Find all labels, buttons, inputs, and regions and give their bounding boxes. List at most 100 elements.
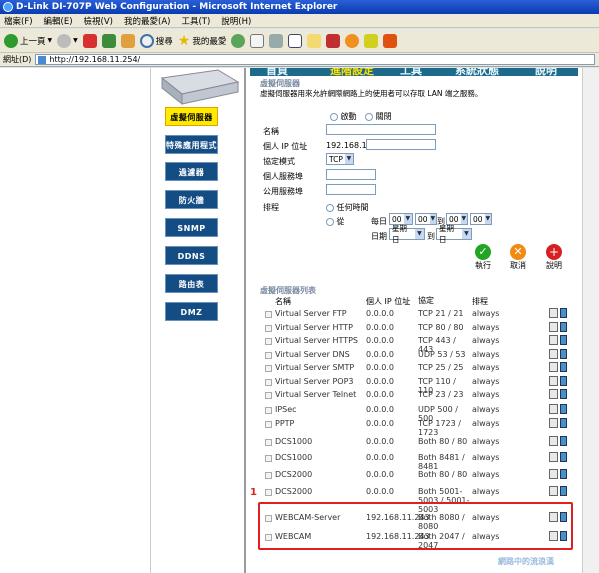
edit-icon[interactable] — [549, 418, 558, 428]
trash-icon[interactable] — [560, 376, 567, 386]
tab-home[interactable]: 首頁 — [266, 68, 288, 76]
edit-icon[interactable] — [549, 308, 558, 318]
download-icon[interactable] — [383, 33, 398, 48]
menu-view[interactable]: 檢視(V) — [84, 15, 113, 27]
end-minute-select[interactable]: 00 ▼ — [470, 213, 492, 225]
trash-icon[interactable] — [560, 335, 567, 345]
trash-icon[interactable] — [560, 404, 567, 414]
nav-filter[interactable]: 過濾器 — [165, 162, 218, 181]
private-port-input[interactable] — [326, 169, 376, 180]
back-button[interactable]: 上一頁 ▼ — [4, 31, 52, 51]
edit-icon[interactable] — [549, 335, 558, 345]
print-icon[interactable] — [269, 33, 284, 48]
stop-icon[interactable] — [82, 33, 97, 48]
tab-tools[interactable]: 工具 — [400, 68, 422, 76]
row-checkbox[interactable] — [265, 407, 272, 414]
public-port-input[interactable] — [326, 184, 376, 195]
always-radio[interactable] — [326, 203, 334, 212]
row-checkbox[interactable] — [265, 489, 272, 496]
edit-icon[interactable] — [549, 404, 558, 414]
menu-favorites[interactable]: 我的最愛(A) — [124, 15, 170, 27]
refresh-icon[interactable] — [101, 33, 116, 48]
trash-icon[interactable] — [560, 308, 567, 318]
row-checkbox[interactable] — [265, 325, 272, 332]
start-day-select[interactable]: 星期日 ▼ — [389, 224, 425, 244]
menu-help[interactable]: 說明(H) — [221, 15, 251, 27]
trash-icon[interactable] — [560, 436, 567, 446]
nav-special-apps[interactable]: 特殊應用程式 — [165, 135, 218, 154]
row-checkbox[interactable] — [265, 421, 272, 428]
plus-icon: + — [546, 244, 562, 260]
protocol-select[interactable]: TCP ▼ — [326, 153, 354, 165]
daily-label: 每日 — [371, 217, 387, 226]
help-button[interactable]: + 說明 — [543, 244, 565, 271]
forward-button[interactable]: ▼ — [57, 31, 78, 51]
nav-virtual-server[interactable]: 虛擬伺服器 — [165, 107, 218, 126]
row-checkbox[interactable] — [265, 392, 272, 399]
disable-radio[interactable] — [365, 112, 374, 121]
cancel-button[interactable]: ✕ 取消 — [507, 244, 529, 271]
favorites-button[interactable]: ★ 我的最愛 — [178, 31, 227, 51]
search-button[interactable]: 搜尋 — [139, 31, 173, 51]
nav-snmp[interactable]: SNMP — [165, 218, 218, 237]
edit-icon[interactable] — [549, 452, 558, 462]
bookmark-icon[interactable] — [364, 33, 379, 48]
nav-routing[interactable]: 路由表 — [165, 274, 218, 293]
row-checkbox[interactable] — [265, 365, 272, 372]
header-ip: 個人 IP 位址 — [366, 297, 411, 306]
row-checkbox[interactable] — [265, 379, 272, 386]
trash-icon[interactable] — [560, 418, 567, 428]
tab-advanced[interactable]: 進階設定 — [330, 68, 374, 76]
edit-icon[interactable] — [549, 376, 558, 386]
edit-icon[interactable] — [549, 389, 558, 399]
from-radio[interactable] — [326, 217, 334, 226]
row-checkbox[interactable] — [265, 311, 272, 318]
messenger-icon[interactable] — [326, 33, 341, 48]
name-input[interactable] — [326, 124, 436, 135]
row-schedule: always — [472, 363, 500, 372]
edit-icon[interactable] — [549, 486, 558, 496]
trash-icon[interactable] — [560, 349, 567, 359]
nav-ddns[interactable]: DDNS — [165, 246, 218, 265]
tab-status[interactable]: 系統狀態 — [455, 68, 499, 76]
edit-icon[interactable] — [549, 469, 558, 479]
forward-arrow-icon — [57, 33, 72, 48]
trash-icon[interactable] — [560, 389, 567, 399]
row-checkbox[interactable] — [265, 439, 272, 446]
trash-icon[interactable] — [560, 322, 567, 332]
nav-dmz[interactable]: DMZ — [165, 302, 218, 321]
mail-icon[interactable] — [250, 33, 265, 48]
edit-icon[interactable] — [549, 322, 558, 332]
row-protocol: TCP 23 / 23 — [418, 390, 464, 399]
address-input[interactable]: http://192.168.11.254/ — [35, 54, 596, 65]
edit-icon[interactable] — [549, 362, 558, 372]
enable-radio[interactable] — [330, 112, 338, 121]
edit-icon[interactable] — [549, 349, 558, 359]
menu-edit[interactable]: 編輯(E) — [44, 15, 73, 27]
row-checkbox[interactable] — [265, 472, 272, 479]
trash-icon[interactable] — [560, 469, 567, 479]
scrollbar[interactable] — [582, 68, 599, 573]
trash-icon[interactable] — [560, 452, 567, 462]
row-checkbox[interactable] — [265, 455, 272, 462]
row-protocol: TCP 80 / 80 — [418, 323, 464, 332]
row-checkbox[interactable] — [265, 352, 272, 359]
edit-icon[interactable] — [288, 33, 303, 48]
edit-icon[interactable] — [549, 436, 558, 446]
table-row: Virtual Server HTTPS 0.0.0.0 TCP 443 / 443… — [258, 335, 570, 354]
trash-icon[interactable] — [560, 362, 567, 372]
row-checkbox[interactable] — [265, 338, 272, 345]
trash-icon[interactable] — [560, 486, 567, 496]
history-icon[interactable] — [231, 33, 246, 48]
end-day-select[interactable]: 星期日 ▼ — [436, 224, 472, 244]
home-icon[interactable] — [120, 33, 135, 48]
apply-button[interactable]: ✓ 執行 — [472, 244, 494, 271]
research-icon[interactable] — [345, 33, 360, 48]
start-minute-select[interactable]: 00 ▼ — [415, 213, 437, 225]
menu-tools[interactable]: 工具(T) — [181, 15, 210, 27]
nav-firewall[interactable]: 防火牆 — [165, 190, 218, 209]
tab-help[interactable]: 說明 — [535, 68, 557, 76]
ip-input[interactable] — [366, 139, 436, 150]
folder-icon[interactable] — [307, 33, 322, 48]
menu-file[interactable]: 檔案(F) — [4, 15, 33, 27]
